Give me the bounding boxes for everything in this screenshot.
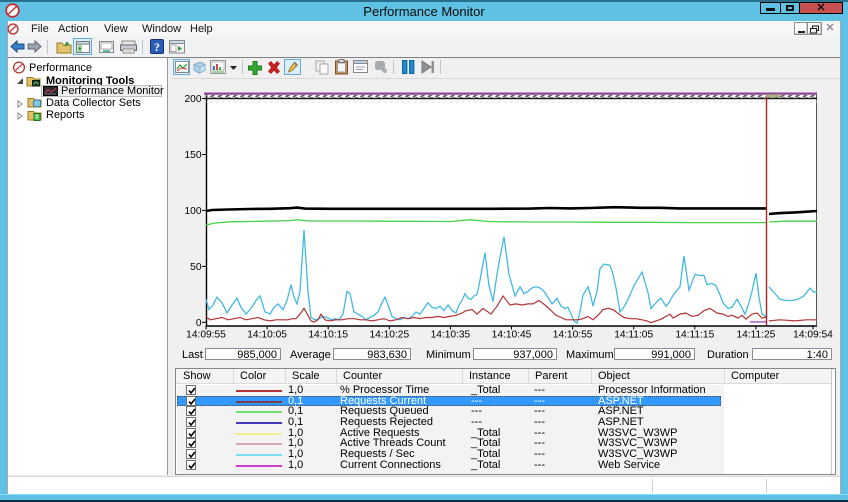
svg-text:14:10:15: 14:10:15 [308,330,348,341]
svg-text:200: 200 [185,94,202,105]
svg-text:0: 0 [196,318,202,329]
svg-text:50: 50 [190,262,202,273]
svg-text:150: 150 [185,150,202,161]
svg-text:14:10:25: 14:10:25 [369,330,409,341]
svg-text:14:10:05: 14:10:05 [247,330,287,341]
svg-text:14:10:55: 14:10:55 [553,330,593,341]
svg-text:14:09:54: 14:09:54 [793,330,833,341]
svg-text:14:09:55: 14:09:55 [186,330,226,341]
svg-text:14:11:25: 14:11:25 [736,330,775,341]
svg-text:14:10:35: 14:10:35 [431,330,471,341]
svg-text:100: 100 [185,206,202,217]
svg-text:14:11:05: 14:11:05 [614,330,653,341]
svg-text:?: ? [154,40,160,54]
svg-text:14:11:15: 14:11:15 [675,330,714,341]
svg-text:14:10:45: 14:10:45 [492,330,532,341]
